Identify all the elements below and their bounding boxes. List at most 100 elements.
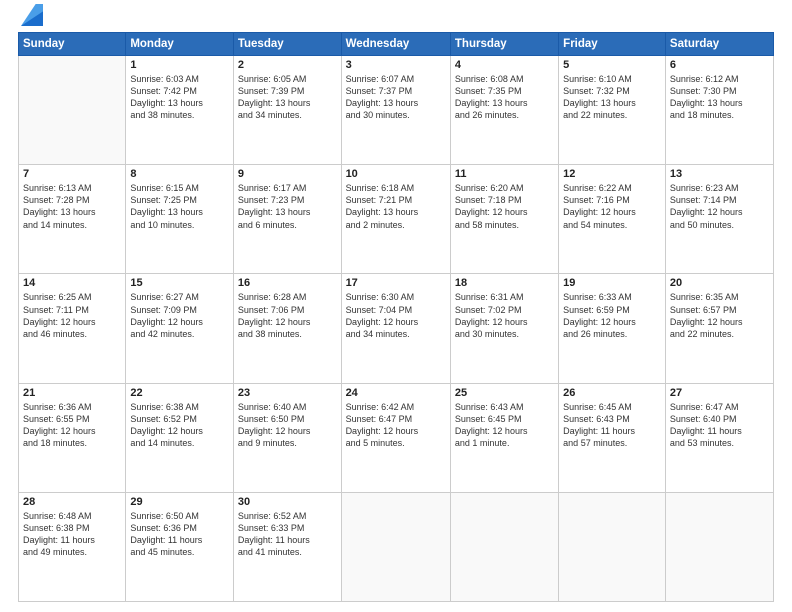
- day-number: 12: [563, 168, 661, 180]
- day-number: 22: [130, 387, 229, 399]
- calendar-cell: 17 Sunrise: 6:30 AMSunset: 7:04 PMDayligh…: [341, 274, 450, 383]
- calendar-cell: 24 Sunrise: 6:42 AMSunset: 6:47 PMDayligh…: [341, 383, 450, 492]
- weekday-header-sunday: Sunday: [19, 33, 126, 56]
- calendar-cell: 19 Sunrise: 6:33 AMSunset: 6:59 PMDayligh…: [559, 274, 666, 383]
- day-number: 28: [23, 496, 121, 508]
- calendar-cell: 23 Sunrise: 6:40 AMSunset: 6:50 PMDayligh…: [233, 383, 341, 492]
- day-info: Sunrise: 6:10 AMSunset: 7:32 PMDaylight:…: [563, 73, 661, 122]
- day-info: Sunrise: 6:40 AMSunset: 6:50 PMDaylight:…: [238, 401, 337, 450]
- day-number: 17: [346, 277, 446, 289]
- day-number: 23: [238, 387, 337, 399]
- calendar-cell: 10Sunrise: 6:18 AMSunset: 7:21 PMDayligh…: [341, 165, 450, 274]
- weekday-header-friday: Friday: [559, 33, 666, 56]
- calendar-cell: 12 Sunrise: 6:22 AMSunset: 7:16 PMDayligh…: [559, 165, 666, 274]
- day-number: 21: [23, 387, 121, 399]
- day-number: 10: [346, 168, 446, 180]
- calendar-cell: 16Sunrise: 6:28 AMSunset: 7:06 PMDayligh…: [233, 274, 341, 383]
- day-info: Sunrise: 6:07 AMSunset: 7:37 PMDaylight:…: [346, 73, 446, 122]
- week-row-2: 7 Sunrise: 6:13 AMSunset: 7:28 PMDaylight…: [19, 165, 774, 274]
- day-info: Sunrise: 6:23 AMSunset: 7:14 PMDaylight:…: [670, 182, 769, 231]
- day-number: 15: [130, 277, 229, 289]
- calendar-cell: 25 Sunrise: 6:43 AMSunset: 6:45 PMDayligh…: [450, 383, 558, 492]
- calendar-cell: [665, 492, 773, 601]
- day-info: Sunrise: 6:35 AMSunset: 6:57 PMDaylight:…: [670, 291, 769, 340]
- day-info: Sunrise: 6:48 AMSunset: 6:38 PMDaylight:…: [23, 510, 121, 559]
- day-number: 13: [670, 168, 769, 180]
- day-info: Sunrise: 6:50 AMSunset: 6:36 PMDaylight:…: [130, 510, 229, 559]
- calendar-cell: 20 Sunrise: 6:35 AMSunset: 6:57 PMDayligh…: [665, 274, 773, 383]
- week-row-4: 21Sunrise: 6:36 AMSunset: 6:55 PMDayligh…: [19, 383, 774, 492]
- weekday-header-saturday: Saturday: [665, 33, 773, 56]
- day-info: Sunrise: 6:52 AMSunset: 6:33 PMDaylight:…: [238, 510, 337, 559]
- day-number: 8: [130, 168, 229, 180]
- calendar-cell: 8 Sunrise: 6:15 AMSunset: 7:25 PMDaylight…: [126, 165, 234, 274]
- calendar-cell: [19, 56, 126, 165]
- calendar-cell: 2 Sunrise: 6:05 AMSunset: 7:39 PMDaylight…: [233, 56, 341, 165]
- calendar-cell: 3 Sunrise: 6:07 AMSunset: 7:37 PMDaylight…: [341, 56, 450, 165]
- day-number: 6: [670, 59, 769, 71]
- day-info: Sunrise: 6:15 AMSunset: 7:25 PMDaylight:…: [130, 182, 229, 231]
- weekday-header-row: SundayMondayTuesdayWednesdayThursdayFrid…: [19, 33, 774, 56]
- weekday-header-thursday: Thursday: [450, 33, 558, 56]
- calendar-cell: 9 Sunrise: 6:17 AMSunset: 7:23 PMDaylight…: [233, 165, 341, 274]
- day-info: Sunrise: 6:12 AMSunset: 7:30 PMDaylight:…: [670, 73, 769, 122]
- day-info: Sunrise: 6:08 AMSunset: 7:35 PMDaylight:…: [455, 73, 554, 122]
- day-info: Sunrise: 6:13 AMSunset: 7:28 PMDaylight:…: [23, 182, 121, 231]
- day-info: Sunrise: 6:27 AMSunset: 7:09 PMDaylight:…: [130, 291, 229, 340]
- day-number: 25: [455, 387, 554, 399]
- day-number: 11: [455, 168, 554, 180]
- logo-icon: [21, 4, 43, 26]
- page: SundayMondayTuesdayWednesdayThursdayFrid…: [0, 0, 792, 612]
- day-number: 27: [670, 387, 769, 399]
- day-number: 20: [670, 277, 769, 289]
- day-number: 2: [238, 59, 337, 71]
- calendar-cell: 28 Sunrise: 6:48 AMSunset: 6:38 PMDayligh…: [19, 492, 126, 601]
- weekday-header-tuesday: Tuesday: [233, 33, 341, 56]
- day-number: 26: [563, 387, 661, 399]
- day-number: 4: [455, 59, 554, 71]
- calendar-cell: 22Sunrise: 6:38 AMSunset: 6:52 PMDayligh…: [126, 383, 234, 492]
- calendar-cell: 7 Sunrise: 6:13 AMSunset: 7:28 PMDaylight…: [19, 165, 126, 274]
- day-info: Sunrise: 6:05 AMSunset: 7:39 PMDaylight:…: [238, 73, 337, 122]
- calendar-cell: 11 Sunrise: 6:20 AMSunset: 7:18 PMDayligh…: [450, 165, 558, 274]
- day-info: Sunrise: 6:31 AMSunset: 7:02 PMDaylight:…: [455, 291, 554, 340]
- calendar-cell: 1 Sunrise: 6:03 AMSunset: 7:42 PMDaylight…: [126, 56, 234, 165]
- day-number: 30: [238, 496, 337, 508]
- calendar-cell: 5Sunrise: 6:10 AMSunset: 7:32 PMDaylight…: [559, 56, 666, 165]
- logo: [18, 14, 43, 26]
- week-row-1: 1 Sunrise: 6:03 AMSunset: 7:42 PMDaylight…: [19, 56, 774, 165]
- calendar-cell: 13 Sunrise: 6:23 AMSunset: 7:14 PMDayligh…: [665, 165, 773, 274]
- day-info: Sunrise: 6:03 AMSunset: 7:42 PMDaylight:…: [130, 73, 229, 122]
- day-info: Sunrise: 6:45 AMSunset: 6:43 PMDaylight:…: [563, 401, 661, 450]
- day-info: Sunrise: 6:30 AMSunset: 7:04 PMDaylight:…: [346, 291, 446, 340]
- calendar-cell: [559, 492, 666, 601]
- day-number: 24: [346, 387, 446, 399]
- day-number: 29: [130, 496, 229, 508]
- calendar-cell: 27 Sunrise: 6:47 AMSunset: 6:40 PMDayligh…: [665, 383, 773, 492]
- calendar-cell: 29 Sunrise: 6:50 AMSunset: 6:36 PMDayligh…: [126, 492, 234, 601]
- day-info: Sunrise: 6:47 AMSunset: 6:40 PMDaylight:…: [670, 401, 769, 450]
- day-info: Sunrise: 6:20 AMSunset: 7:18 PMDaylight:…: [455, 182, 554, 231]
- day-number: 3: [346, 59, 446, 71]
- calendar-cell: 4 Sunrise: 6:08 AMSunset: 7:35 PMDaylight…: [450, 56, 558, 165]
- week-row-5: 28 Sunrise: 6:48 AMSunset: 6:38 PMDayligh…: [19, 492, 774, 601]
- calendar-cell: 30 Sunrise: 6:52 AMSunset: 6:33 PMDayligh…: [233, 492, 341, 601]
- day-info: Sunrise: 6:43 AMSunset: 6:45 PMDaylight:…: [455, 401, 554, 450]
- day-number: 7: [23, 168, 121, 180]
- day-number: 16: [238, 277, 337, 289]
- calendar-cell: 15 Sunrise: 6:27 AMSunset: 7:09 PMDayligh…: [126, 274, 234, 383]
- week-row-3: 14 Sunrise: 6:25 AMSunset: 7:11 PMDayligh…: [19, 274, 774, 383]
- day-info: Sunrise: 6:17 AMSunset: 7:23 PMDaylight:…: [238, 182, 337, 231]
- day-number: 14: [23, 277, 121, 289]
- day-number: 1: [130, 59, 229, 71]
- day-number: 19: [563, 277, 661, 289]
- weekday-header-wednesday: Wednesday: [341, 33, 450, 56]
- day-number: 9: [238, 168, 337, 180]
- day-info: Sunrise: 6:25 AMSunset: 7:11 PMDaylight:…: [23, 291, 121, 340]
- calendar-cell: 14 Sunrise: 6:25 AMSunset: 7:11 PMDayligh…: [19, 274, 126, 383]
- calendar-cell: 18Sunrise: 6:31 AMSunset: 7:02 PMDayligh…: [450, 274, 558, 383]
- day-info: Sunrise: 6:42 AMSunset: 6:47 PMDaylight:…: [346, 401, 446, 450]
- day-info: Sunrise: 6:22 AMSunset: 7:16 PMDaylight:…: [563, 182, 661, 231]
- weekday-header-monday: Monday: [126, 33, 234, 56]
- day-info: Sunrise: 6:33 AMSunset: 6:59 PMDaylight:…: [563, 291, 661, 340]
